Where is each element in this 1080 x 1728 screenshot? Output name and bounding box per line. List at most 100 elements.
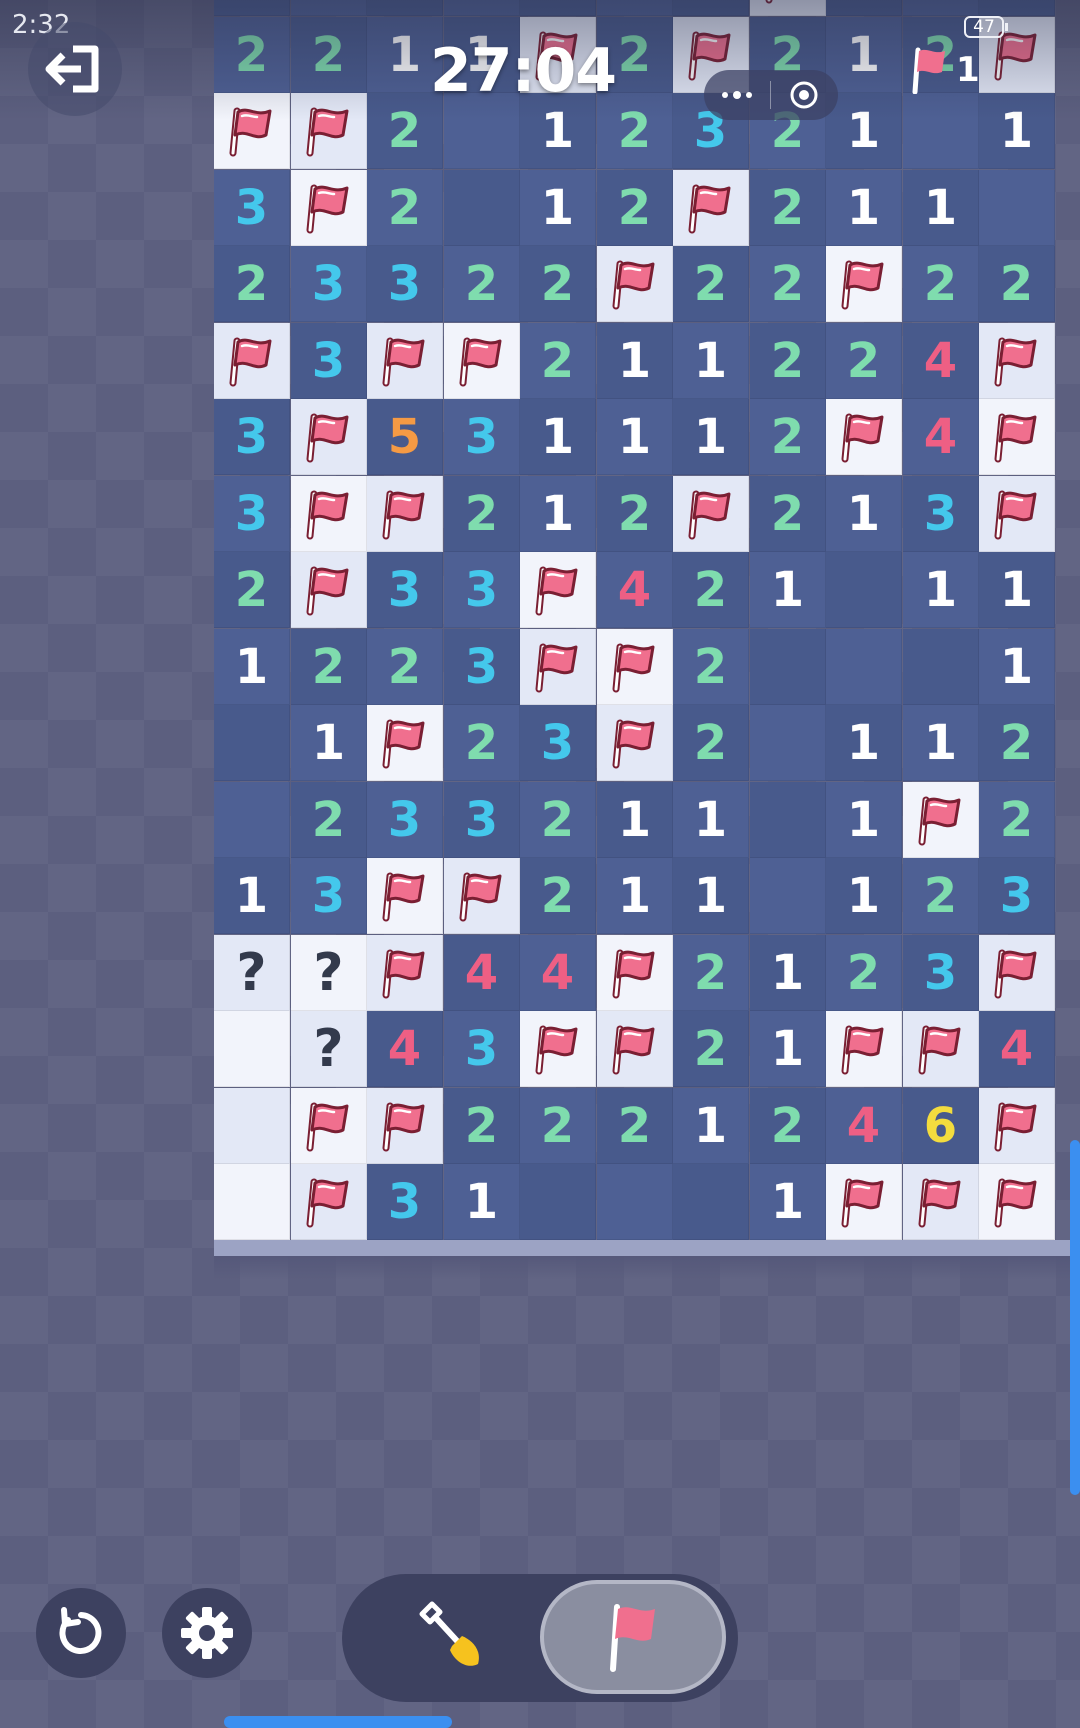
number-cell[interactable]: 2 — [520, 246, 596, 322]
flagged-cell[interactable] — [826, 399, 902, 475]
number-cell[interactable]: 6 — [903, 1088, 979, 1164]
empty-cell[interactable] — [214, 705, 290, 781]
flagged-cell[interactable] — [214, 93, 290, 169]
number-cell[interactable]: 1 — [903, 170, 979, 246]
flagged-cell[interactable] — [750, 0, 826, 16]
number-cell[interactable]: 1 — [979, 93, 1055, 169]
number-cell[interactable]: 2 — [367, 629, 443, 705]
number-cell[interactable]: 1 — [750, 1164, 826, 1240]
number-cell[interactable]: 5 — [367, 399, 443, 475]
number-cell[interactable]: 2 — [520, 1088, 596, 1164]
empty-cell[interactable] — [903, 93, 979, 169]
empty-cell[interactable] — [750, 629, 826, 705]
number-cell[interactable]: 1 — [291, 705, 367, 781]
flagged-cell[interactable] — [903, 782, 979, 858]
number-cell[interactable]: 1 — [903, 705, 979, 781]
flagged-cell[interactable] — [444, 323, 520, 399]
flagged-cell[interactable] — [367, 476, 443, 552]
number-cell[interactable]: 2 — [214, 246, 290, 322]
flagged-cell[interactable] — [979, 399, 1055, 475]
question-cell[interactable]: ? — [214, 935, 290, 1011]
empty-cell[interactable] — [214, 0, 290, 16]
number-cell[interactable]: 3 — [444, 1011, 520, 1087]
covered-cell[interactable] — [214, 1088, 290, 1164]
number-cell[interactable]: 3 — [367, 552, 443, 628]
number-cell[interactable]: 3 — [291, 323, 367, 399]
flagged-cell[interactable] — [979, 1164, 1055, 1240]
number-cell[interactable]: 2 — [750, 246, 826, 322]
number-cell[interactable]: 1 — [597, 323, 673, 399]
number-cell[interactable]: 2 — [597, 1088, 673, 1164]
flagged-cell[interactable] — [903, 1011, 979, 1087]
flagged-cell[interactable] — [597, 629, 673, 705]
flagged-cell[interactable] — [444, 858, 520, 934]
number-cell[interactable]: 1 — [597, 399, 673, 475]
number-cell[interactable]: 2 — [444, 705, 520, 781]
number-cell[interactable]: 1 — [826, 782, 902, 858]
number-cell[interactable]: 3 — [444, 399, 520, 475]
number-cell[interactable]: 2 — [673, 1011, 749, 1087]
number-cell[interactable]: 3 — [903, 476, 979, 552]
flagged-cell[interactable] — [291, 476, 367, 552]
number-cell[interactable]: 3 — [444, 552, 520, 628]
flagged-cell[interactable] — [903, 1164, 979, 1240]
question-cell[interactable]: ? — [291, 935, 367, 1011]
number-cell[interactable]: 1 — [750, 552, 826, 628]
number-cell[interactable]: 2 — [673, 935, 749, 1011]
flagged-cell[interactable] — [367, 705, 443, 781]
number-cell[interactable]: 3 — [367, 1164, 443, 1240]
empty-cell[interactable] — [826, 629, 902, 705]
number-cell[interactable]: 2 — [367, 170, 443, 246]
flagged-cell[interactable] — [291, 1088, 367, 1164]
empty-cell[interactable] — [444, 170, 520, 246]
empty-cell[interactable] — [750, 782, 826, 858]
number-cell[interactable]: 1 — [520, 0, 596, 16]
number-cell[interactable]: 1 — [444, 0, 520, 16]
number-cell[interactable]: 4 — [903, 323, 979, 399]
number-cell[interactable]: 1 — [826, 93, 902, 169]
flagged-cell[interactable] — [214, 323, 290, 399]
number-cell[interactable]: 3 — [291, 246, 367, 322]
flagged-cell[interactable] — [826, 1011, 902, 1087]
number-cell[interactable]: 3 — [903, 935, 979, 1011]
number-cell[interactable]: 2 — [291, 782, 367, 858]
number-cell[interactable]: 1 — [597, 858, 673, 934]
number-cell[interactable]: 1 — [673, 782, 749, 858]
flagged-cell[interactable] — [367, 323, 443, 399]
number-cell[interactable]: 3 — [291, 858, 367, 934]
empty-cell[interactable] — [367, 0, 443, 16]
empty-cell[interactable] — [597, 1164, 673, 1240]
number-cell[interactable]: 2 — [750, 476, 826, 552]
flagged-cell[interactable] — [979, 1088, 1055, 1164]
number-cell[interactable]: 1 — [673, 399, 749, 475]
empty-cell[interactable] — [750, 705, 826, 781]
number-cell[interactable]: 4 — [979, 1011, 1055, 1087]
number-cell[interactable]: 3 — [520, 705, 596, 781]
close-target-icon[interactable] — [771, 80, 837, 110]
empty-cell[interactable] — [903, 629, 979, 705]
number-cell[interactable]: 3 — [367, 246, 443, 322]
number-cell[interactable]: 4 — [520, 935, 596, 1011]
number-cell[interactable]: 1 — [214, 858, 290, 934]
exit-button[interactable] — [28, 22, 122, 116]
settings-button[interactable] — [162, 1588, 252, 1678]
number-cell[interactable]: 4 — [903, 399, 979, 475]
number-cell[interactable]: 4 — [597, 552, 673, 628]
number-cell[interactable]: 1 — [826, 858, 902, 934]
flagged-cell[interactable] — [597, 246, 673, 322]
mode-toggle[interactable] — [342, 1574, 738, 1702]
empty-cell[interactable] — [826, 552, 902, 628]
empty-cell[interactable] — [673, 1164, 749, 1240]
number-cell[interactable]: 1 — [444, 1164, 520, 1240]
empty-cell[interactable] — [291, 0, 367, 16]
flagged-cell[interactable] — [367, 1088, 443, 1164]
flagged-cell[interactable] — [367, 935, 443, 1011]
number-cell[interactable]: 2 — [214, 552, 290, 628]
flagged-cell[interactable] — [979, 476, 1055, 552]
number-cell[interactable]: 2 — [444, 476, 520, 552]
number-cell[interactable]: 1 — [826, 705, 902, 781]
number-cell[interactable]: 2 — [979, 782, 1055, 858]
number-cell[interactable]: 2 — [673, 0, 749, 16]
flagged-cell[interactable] — [520, 629, 596, 705]
number-cell[interactable]: 2 — [750, 170, 826, 246]
